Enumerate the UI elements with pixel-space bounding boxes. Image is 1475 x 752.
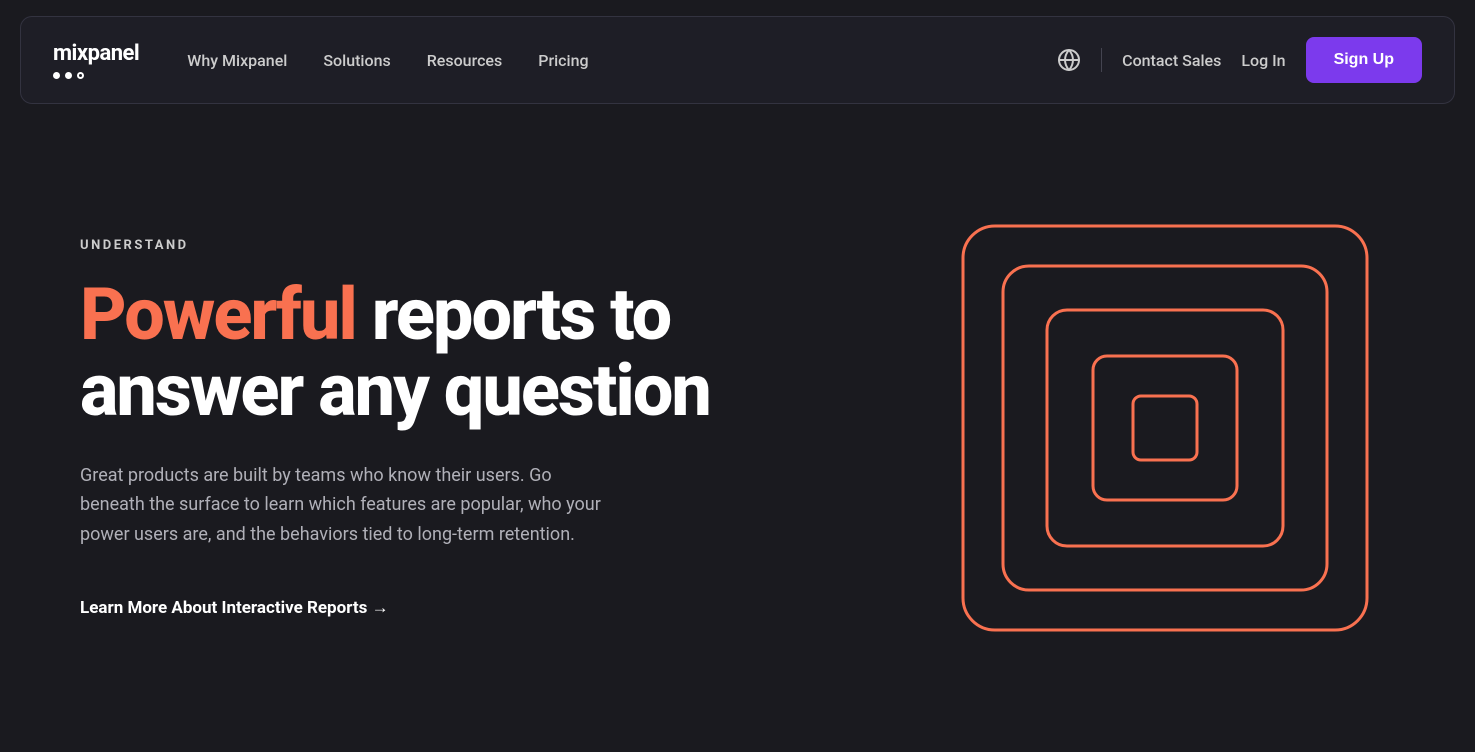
logo[interactable]: mixpanel xyxy=(53,41,139,79)
nested-squares-svg xyxy=(955,218,1375,638)
nav-right: Contact Sales Log In Sign Up xyxy=(1057,37,1422,83)
nav-link-why-mixpanel[interactable]: Why Mixpanel xyxy=(187,51,287,70)
nested-squares-graphic xyxy=(955,218,1375,638)
nav-item-why-mixpanel[interactable]: Why Mixpanel xyxy=(187,51,287,70)
nav-item-pricing[interactable]: Pricing xyxy=(538,51,588,70)
logo-dot-1 xyxy=(53,72,60,79)
learn-more-link[interactable]: Learn More About Interactive Reports → xyxy=(80,598,389,618)
navbar: mixpanel Why Mixpanel Solutions Resource… xyxy=(20,16,1455,104)
logo-dot-3 xyxy=(77,72,84,79)
nav-item-solutions[interactable]: Solutions xyxy=(323,51,390,70)
globe-icon[interactable] xyxy=(1057,48,1081,72)
signup-button[interactable]: Sign Up xyxy=(1306,37,1422,83)
description-text: Great products are built by teams who kn… xyxy=(80,461,620,550)
login-link[interactable]: Log In xyxy=(1241,51,1285,70)
graphic-section xyxy=(803,218,1395,638)
headline-accent: Powerful xyxy=(80,272,356,357)
nav-left: mixpanel Why Mixpanel Solutions Resource… xyxy=(53,41,589,79)
nav-links: Why Mixpanel Solutions Resources Pricing xyxy=(187,51,588,70)
nav-link-solutions[interactable]: Solutions xyxy=(323,51,390,70)
main-content: UNDERSTAND Powerful reports toanswer any… xyxy=(0,120,1475,736)
text-section: UNDERSTAND Powerful reports toanswer any… xyxy=(80,238,803,617)
nav-link-pricing[interactable]: Pricing xyxy=(538,51,588,70)
headline: Powerful reports toanswer any question xyxy=(80,277,803,428)
logo-text: mixpanel xyxy=(53,41,139,66)
contact-sales-link[interactable]: Contact Sales xyxy=(1122,51,1221,70)
nav-item-resources[interactable]: Resources xyxy=(427,51,503,70)
logo-dots xyxy=(53,72,84,79)
nav-divider xyxy=(1101,48,1102,72)
logo-dot-2 xyxy=(65,72,72,79)
eyebrow-label: UNDERSTAND xyxy=(80,238,803,253)
nav-link-resources[interactable]: Resources xyxy=(427,51,503,70)
